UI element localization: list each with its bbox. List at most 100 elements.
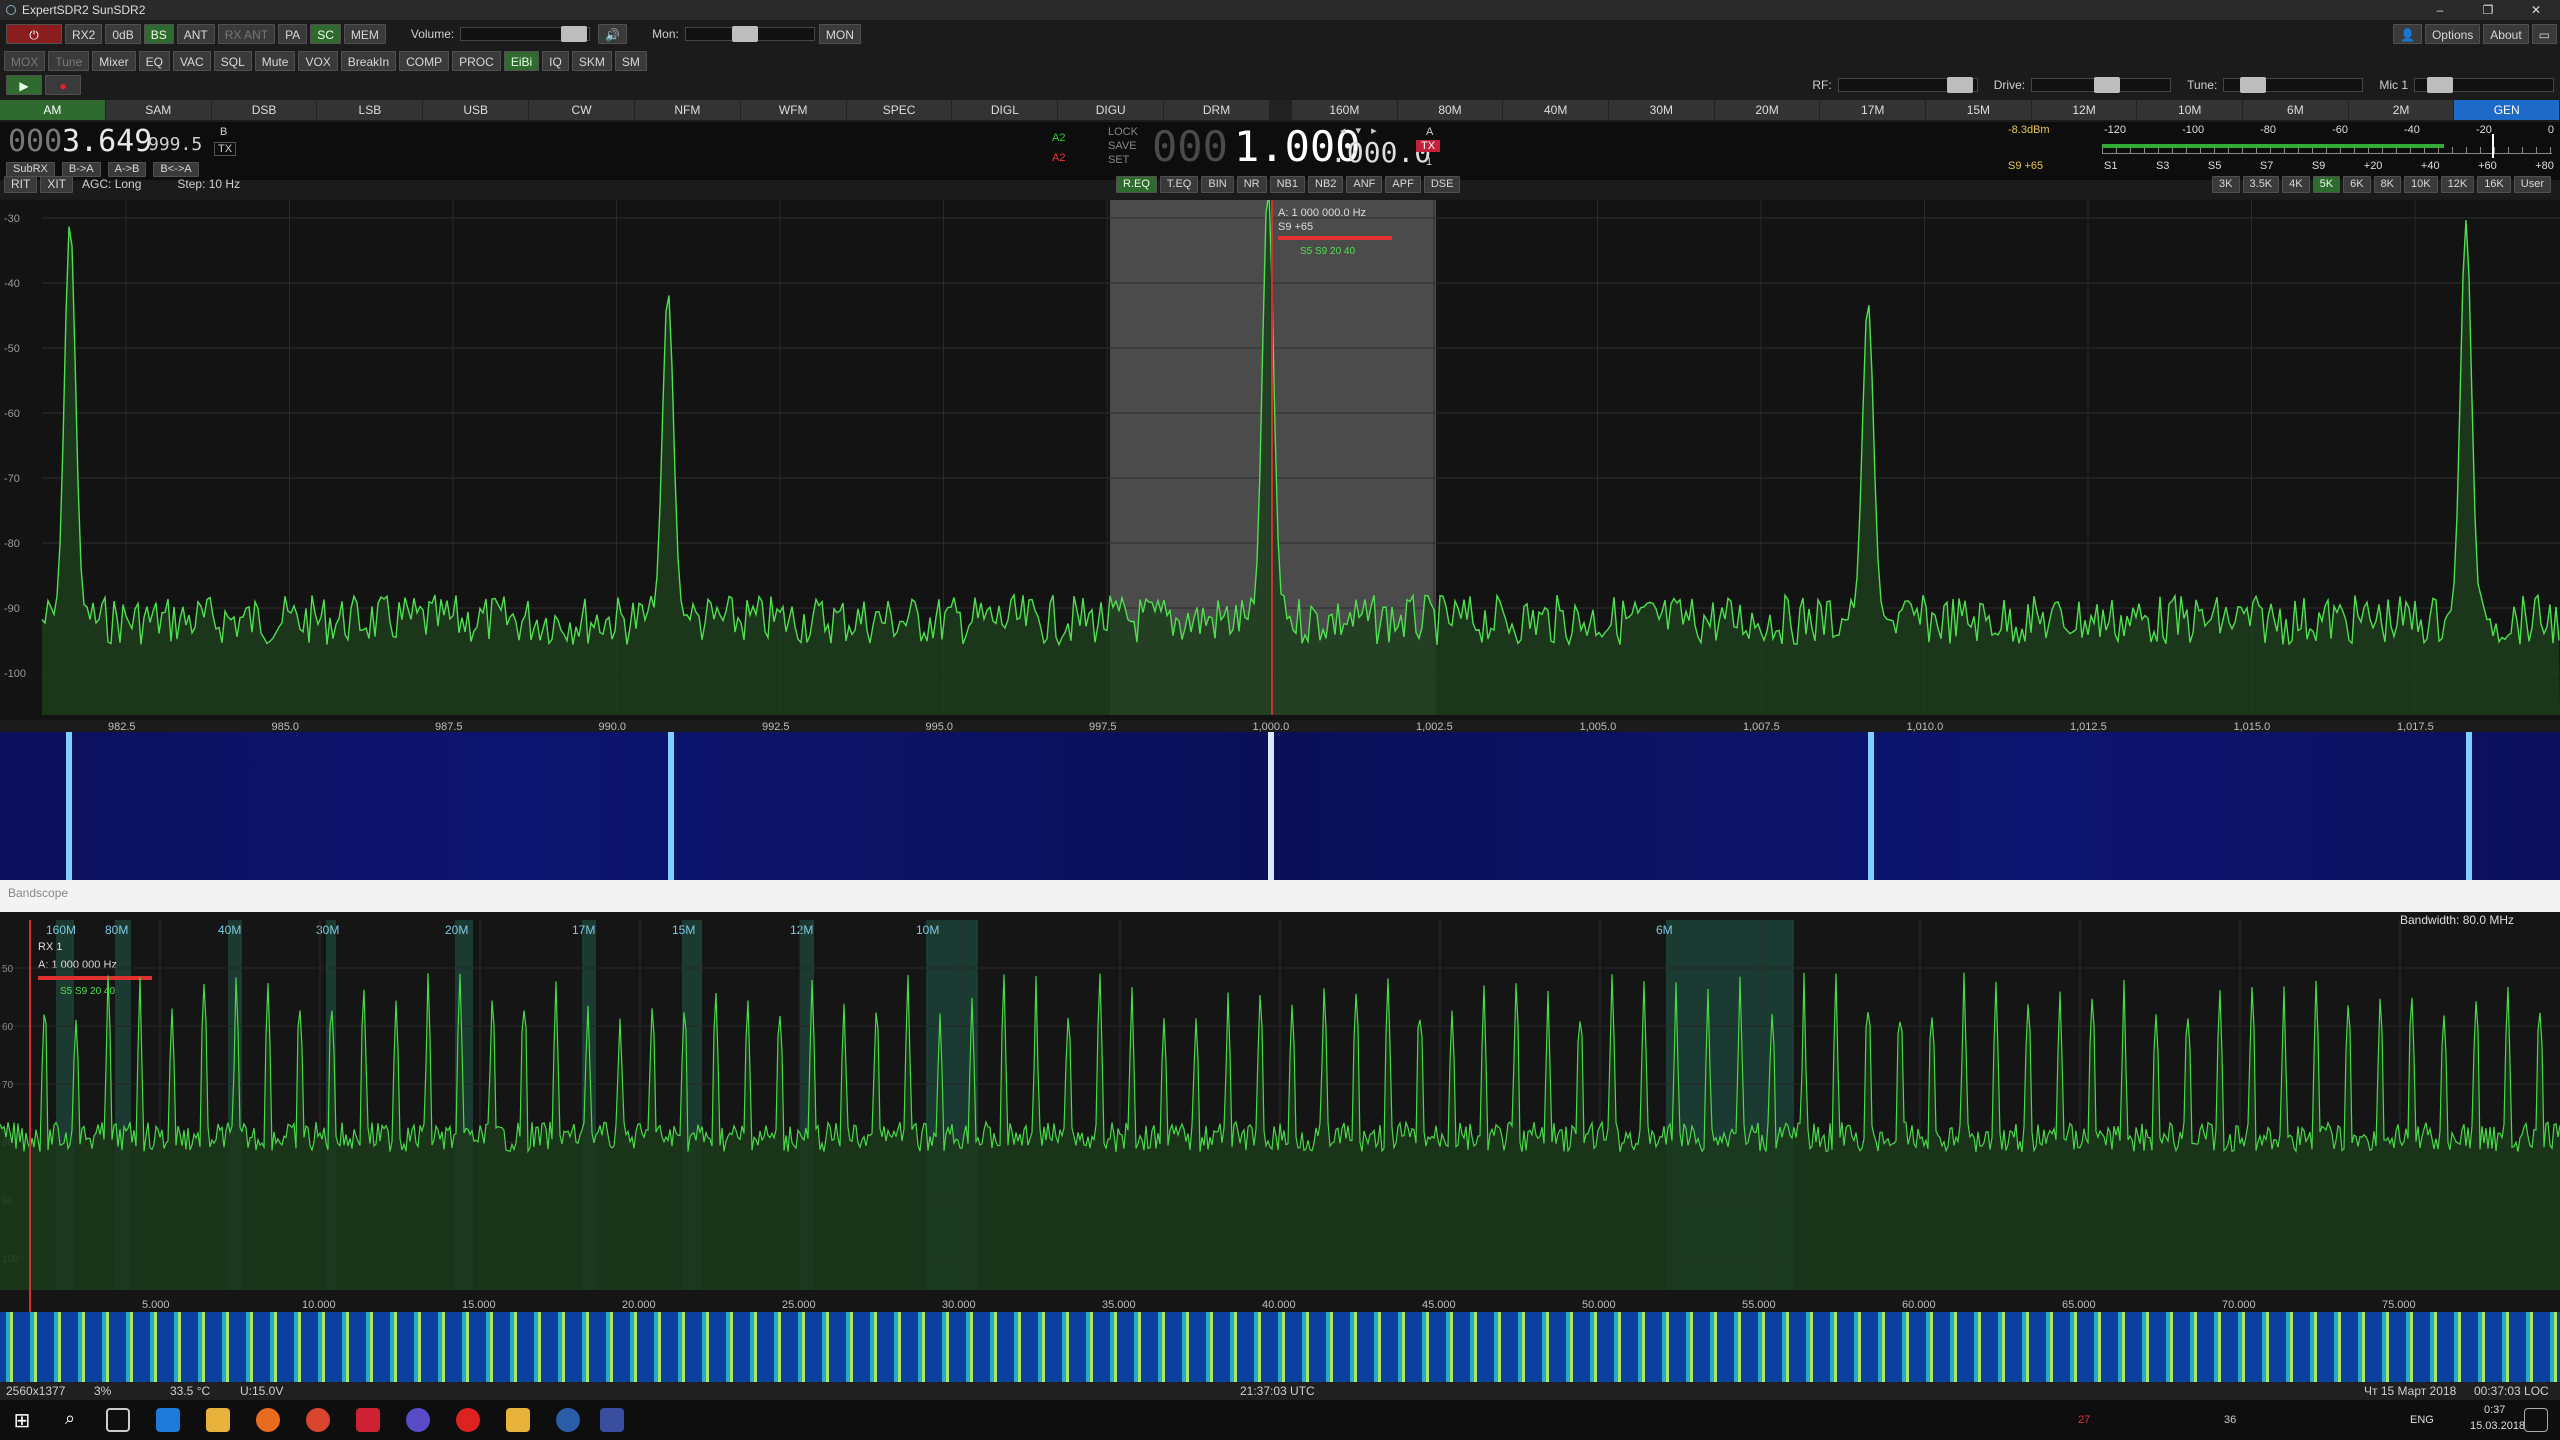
toolbar-proc-button[interactable]: PROC <box>452 51 501 71</box>
waterfall[interactable] <box>0 732 2560 880</box>
app-icon[interactable] <box>356 1408 380 1432</box>
dsp-nb2-button[interactable]: NB2 <box>1308 175 1344 193</box>
agc-select[interactable]: AGC: Long <box>82 177 141 191</box>
bandscope-plot[interactable]: 160M 80M 40M 30M 20M 17M 15M 12M 10M 6MBandwidth:… <box>0 912 2560 1312</box>
minimize-button[interactable]: – <box>2420 0 2460 20</box>
band-6m[interactable]: 6M <box>2243 100 2349 120</box>
a2-top[interactable]: A2 <box>1052 132 1065 144</box>
toolbar-iq-button[interactable]: IQ <box>542 51 569 71</box>
dsp-anf-button[interactable]: ANF <box>1346 175 1383 193</box>
filter-3.5k-button[interactable]: 3.5K <box>2242 175 2280 193</box>
mode-lsb[interactable]: LSB <box>317 100 424 120</box>
bandscope-waterfall[interactable] <box>0 1312 2560 1382</box>
mode-usb[interactable]: USB <box>423 100 530 120</box>
toolbar-eq-button[interactable]: EQ <box>138 51 170 71</box>
tune-slider[interactable] <box>2223 77 2364 93</box>
filter-4k-button[interactable]: 4K <box>2282 175 2310 193</box>
record-button[interactable]: ● <box>45 75 81 95</box>
attenuator-button[interactable]: 0dB <box>105 24 141 44</box>
mode-am[interactable]: AM <box>0 100 106 120</box>
band-20m[interactable]: 20M <box>1714 100 1821 120</box>
mode-digu[interactable]: DIGU <box>1058 100 1165 120</box>
band-gen[interactable]: GEN <box>2454 100 2560 120</box>
edge-icon[interactable] <box>156 1408 180 1432</box>
band-2m[interactable]: 2M <box>2348 100 2455 120</box>
opera-icon[interactable] <box>456 1408 480 1432</box>
close-button[interactable]: ✕ <box>2516 0 2556 20</box>
toolbar-comp-button[interactable]: COMP <box>399 51 450 71</box>
band-160m[interactable]: 160M <box>1292 100 1398 120</box>
lock-button[interactable]: LOCK <box>1108 126 1138 138</box>
mem-button[interactable]: MEM <box>343 24 386 44</box>
mode-digl[interactable]: DIGL <box>952 100 1059 120</box>
mode-sam[interactable]: SAM <box>105 100 212 120</box>
taskbar-date[interactable]: 15.03.2018 <box>2470 1420 2525 1432</box>
down-arrow-icon[interactable]: ▾ <box>1356 124 1362 137</box>
a2-bottom[interactable]: A2 <box>1052 152 1065 164</box>
filter-6k-button[interactable]: 6K <box>2343 175 2371 193</box>
chrome-icon[interactable] <box>306 1408 330 1432</box>
dsp-nb1-button[interactable]: NB1 <box>1269 175 1305 193</box>
filter-10k-button[interactable]: 10K <box>2404 175 2438 193</box>
mic-select[interactable]: Mic 1 <box>2379 78 2408 92</box>
drive-slider[interactable] <box>2031 77 2172 93</box>
rit-button[interactable]: RIT <box>4 175 38 193</box>
language-indicator[interactable]: ENG <box>2410 1414 2434 1426</box>
vfo-b-sub[interactable]: 999.5 <box>148 134 202 155</box>
filter-3k-button[interactable]: 3K <box>2212 175 2240 193</box>
spectrum-panel[interactable]: -30 -40 -50 -60 -70 -80 -90 -100 982.5 985.0 987.5… <box>0 192 2560 733</box>
explorer-icon[interactable] <box>206 1408 230 1432</box>
dsp-apf-button[interactable]: APF <box>1385 175 1421 193</box>
band-12m[interactable]: 12M <box>2031 100 2138 120</box>
spectrum-plot[interactable]: -30-40-50-60-70-80-90-100982.5 985.0 987.5… <box>0 192 2560 735</box>
toolbar-sm-button[interactable]: SM <box>614 51 647 71</box>
bs-button[interactable]: BS <box>143 24 174 44</box>
toolbar-mixer-button[interactable]: Mixer <box>92 51 136 71</box>
dsp-req-button[interactable]: R.EQ <box>1116 175 1157 193</box>
task-view-icon[interactable] <box>106 1408 130 1432</box>
window-icon[interactable]: ▭ <box>2531 24 2557 44</box>
pa-button[interactable]: PA <box>278 24 308 44</box>
step-select[interactable]: Step: 10 Hz <box>177 177 240 191</box>
band-17m[interactable]: 17M <box>1820 100 1927 120</box>
toolbar-breakin-button[interactable]: BreakIn <box>340 51 397 71</box>
bandscope-panel[interactable]: 160M 80M 40M 30M 20M 17M 15M 12M 10M 6M Bandwidth:… <box>0 912 2560 1312</box>
rf-slider[interactable] <box>1837 77 1978 93</box>
speaker-button[interactable]: 🔊 <box>598 24 628 44</box>
mon-button[interactable]: MON <box>818 24 861 44</box>
expertsdr-icon[interactable] <box>556 1408 580 1432</box>
app-icon[interactable] <box>600 1408 624 1432</box>
band-40m[interactable]: 40M <box>1503 100 1610 120</box>
mode-cw[interactable]: CW <box>529 100 635 120</box>
dsp-nr-button[interactable]: NR <box>1236 175 1267 193</box>
filter-16k-button[interactable]: 16K <box>2477 175 2511 193</box>
vfo-a-arrows[interactable]: ◂ ▾ ▸ <box>1340 124 1377 137</box>
dsp-dse-button[interactable]: DSE <box>1423 175 1461 193</box>
taskbar-time[interactable]: 0:37 <box>2484 1404 2505 1416</box>
save-button[interactable]: SAVE <box>1108 140 1137 152</box>
power-button[interactable]: ⏻ <box>6 24 62 44</box>
filter-5k-button[interactable]: 5K <box>2312 175 2341 193</box>
toolbar-mox-button[interactable]: MOX <box>4 51 46 71</box>
vfo-a-tx[interactable]: TX <box>1416 140 1441 152</box>
right-arrow-icon[interactable]: ▸ <box>1371 124 1377 137</box>
mode-spec[interactable]: SPEC <box>846 100 953 120</box>
vfo-b-freq[interactable]: 3.649 <box>62 124 152 159</box>
about-button[interactable]: About <box>2483 24 2529 44</box>
left-arrow-icon[interactable]: ◂ <box>1340 124 1346 137</box>
band-30m[interactable]: 30M <box>1609 100 1715 120</box>
dsp-teq-button[interactable]: T.EQ <box>1159 175 1199 193</box>
play-button[interactable]: ▶ <box>6 75 42 95</box>
app-icon[interactable] <box>506 1408 530 1432</box>
sc-button[interactable]: SC <box>310 24 341 44</box>
band-80m[interactable]: 80M <box>1397 100 1504 120</box>
rx-ant-button[interactable]: RX ANT <box>217 24 276 44</box>
user-icon[interactable]: 👤 <box>2392 24 2422 44</box>
app-icon[interactable] <box>406 1408 430 1432</box>
maximize-button[interactable]: ❐ <box>2468 0 2508 20</box>
toolbar-sql-button[interactable]: SQL <box>213 51 252 71</box>
mode-drm[interactable]: DRM <box>1164 100 1270 120</box>
toolbar-vox-button[interactable]: VOX <box>298 51 338 71</box>
toolbar-vac-button[interactable]: VAC <box>172 51 211 71</box>
filter-8k-button[interactable]: 8K <box>2373 175 2402 193</box>
